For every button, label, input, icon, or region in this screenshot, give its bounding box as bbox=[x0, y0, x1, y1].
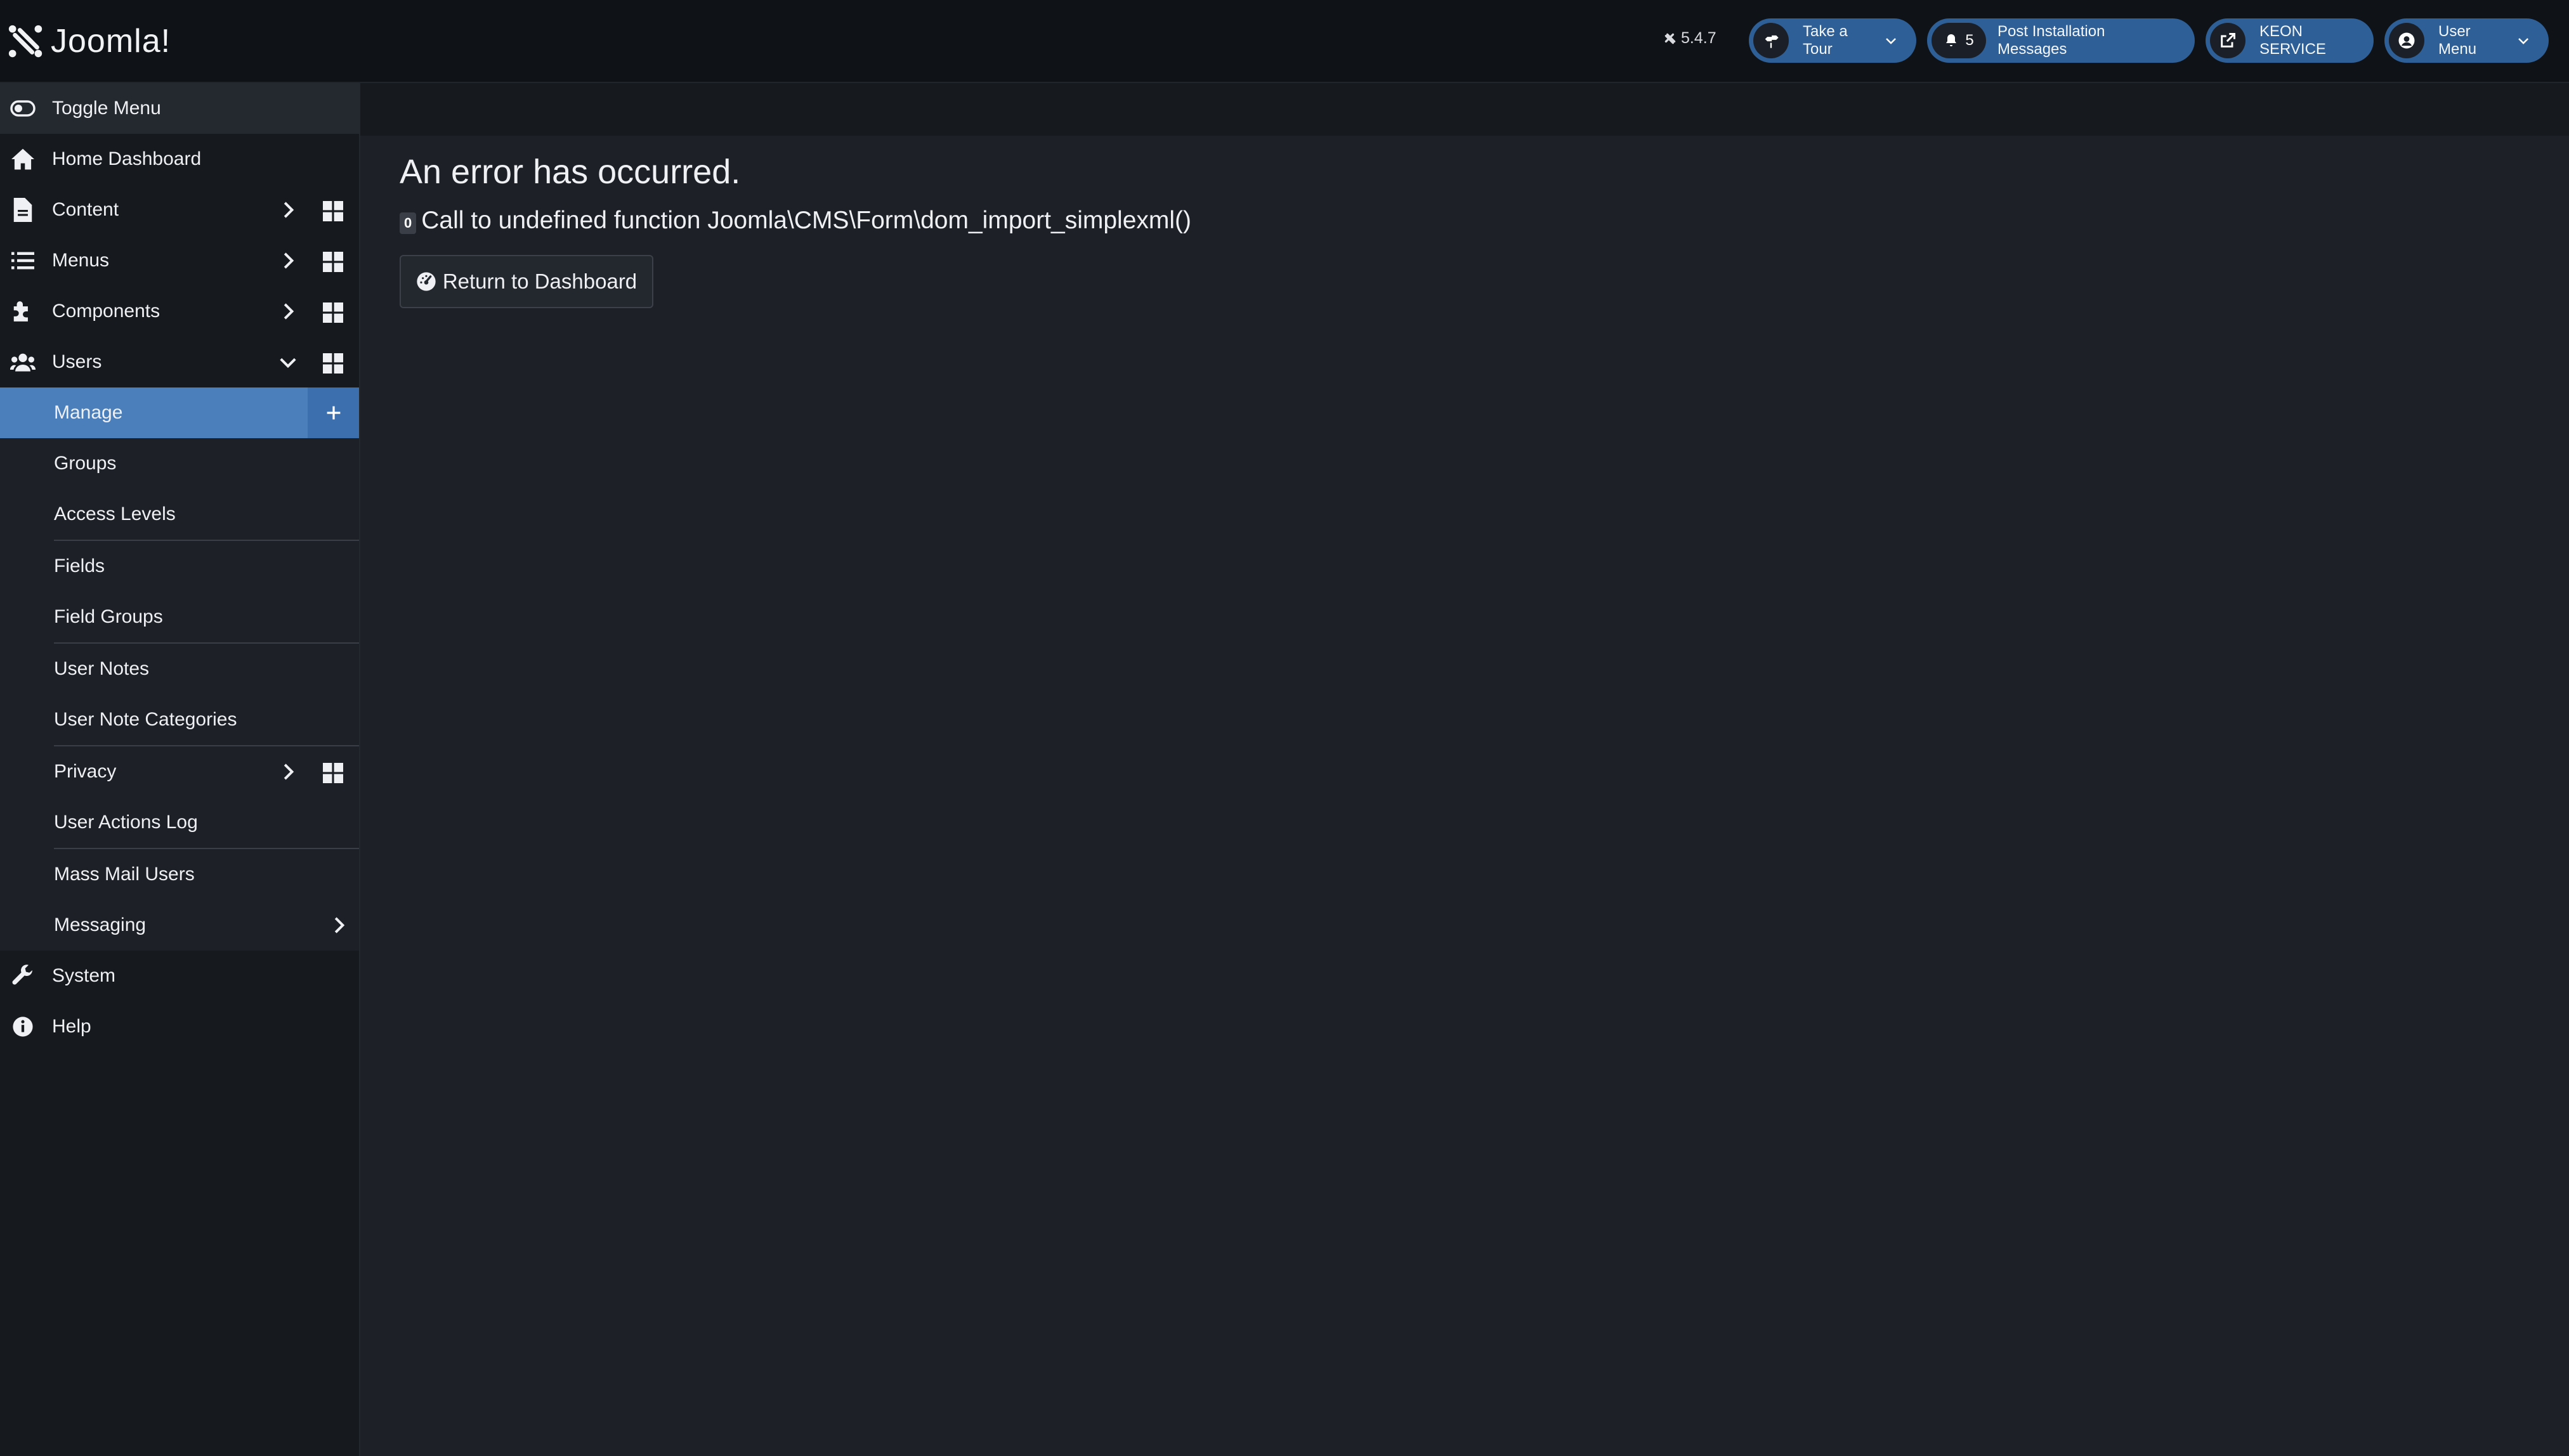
post-install-label: Post Installation Messages bbox=[1997, 23, 2105, 58]
sidebar-item-content[interactable]: Content bbox=[0, 185, 359, 235]
dashboard-grid-icon[interactable] bbox=[323, 763, 343, 783]
wrench-icon bbox=[10, 963, 36, 989]
sidebar-item-label: Manage bbox=[54, 402, 123, 423]
sidebar-item-system[interactable]: System bbox=[0, 951, 359, 1001]
dashboard-grid-icon[interactable] bbox=[323, 353, 343, 374]
sidebar-item-manage[interactable]: Manage bbox=[0, 387, 359, 438]
chevron-right-icon[interactable] bbox=[329, 915, 349, 935]
version-info: 5.4.7 bbox=[1663, 29, 1716, 48]
site-link-button[interactable]: KEON SERVICE bbox=[2206, 18, 2374, 63]
info-icon bbox=[10, 1014, 36, 1039]
joomla-small-icon bbox=[1664, 33, 1676, 44]
toggle-icon bbox=[10, 96, 36, 121]
bell-icon bbox=[1946, 34, 1957, 46]
sidebar-item-label: Users bbox=[52, 351, 102, 372]
user-circle-icon bbox=[2389, 23, 2424, 58]
sidebar-item-users[interactable]: Users bbox=[0, 337, 359, 387]
sidebar-item-label: Help bbox=[52, 1016, 91, 1037]
sidebar-item-label: System bbox=[52, 965, 116, 986]
notification-count: 5 bbox=[1965, 32, 1974, 49]
joomla-logo-icon bbox=[8, 25, 42, 58]
sidebar-item-help[interactable]: Help bbox=[0, 1001, 359, 1052]
sidebar-item-mass-mail-users[interactable]: Mass Mail Users bbox=[0, 849, 359, 900]
dashboard-grid-icon[interactable] bbox=[323, 302, 343, 323]
home-icon bbox=[10, 146, 36, 172]
sidebar-item-label: Messaging bbox=[54, 914, 147, 935]
sidebar-item-label: Home Dashboard bbox=[52, 148, 202, 169]
chevron-down-icon bbox=[2518, 38, 2528, 44]
toggle-menu-label: Toggle Menu bbox=[52, 98, 161, 119]
chevron-right-icon[interactable] bbox=[278, 301, 298, 322]
sidebar-item-user-note-categories[interactable]: User Note Categories bbox=[0, 694, 359, 745]
dashboard-grid-icon[interactable] bbox=[323, 252, 343, 272]
puzzle-icon bbox=[10, 299, 36, 324]
chevron-right-icon[interactable] bbox=[278, 250, 298, 271]
sidebar-item-label: Privacy bbox=[54, 761, 117, 782]
sidebar-item-label: Fields bbox=[54, 556, 105, 576]
sidebar-item-home-dashboard[interactable]: Home Dashboard bbox=[0, 134, 359, 185]
sidebar-item-label: Menus bbox=[52, 250, 110, 271]
top-header: Joomla! 5.4.7 Take a Tour 5 Post Install… bbox=[0, 0, 2569, 83]
add-user-button[interactable] bbox=[308, 387, 359, 438]
sidebar-item-label: User Note Categories bbox=[54, 709, 237, 730]
sidebar-item-menus[interactable]: Menus bbox=[0, 235, 359, 286]
users-submenu: Manage Groups Access Levels Fields Field… bbox=[0, 387, 359, 951]
sidebar-item-label: Field Groups bbox=[54, 606, 163, 627]
sidebar: Toggle Menu Home Dashboard Content Menus… bbox=[0, 83, 360, 1456]
logo-text: Joomla! bbox=[51, 23, 171, 60]
list-icon bbox=[10, 248, 36, 273]
sidebar-item-label: User Actions Log bbox=[54, 812, 198, 833]
chevron-right-icon[interactable] bbox=[278, 200, 298, 220]
sidebar-item-label: Mass Mail Users bbox=[54, 864, 195, 885]
sidebar-item-label: User Notes bbox=[54, 658, 150, 679]
chevron-down-icon[interactable] bbox=[278, 352, 298, 372]
sidebar-item-user-actions-log[interactable]: User Actions Log bbox=[0, 797, 359, 848]
sidebar-item-components[interactable]: Components bbox=[0, 286, 359, 337]
dashboard-gauge-icon bbox=[417, 272, 436, 291]
sidebar-item-privacy[interactable]: Privacy bbox=[0, 746, 359, 797]
chevron-right-icon[interactable] bbox=[278, 762, 298, 782]
error-title: An error has occurred. bbox=[400, 153, 741, 191]
sidebar-item-user-notes[interactable]: User Notes bbox=[0, 644, 359, 694]
user-menu-button[interactable]: User Menu bbox=[2384, 18, 2549, 63]
toggle-menu-button[interactable]: Toggle Menu bbox=[0, 83, 359, 134]
users-icon bbox=[10, 349, 36, 375]
take-a-tour-button[interactable]: Take a Tour bbox=[1749, 18, 1916, 63]
sidebar-item-label: Content bbox=[52, 199, 119, 220]
file-icon bbox=[10, 197, 36, 223]
sidebar-item-groups[interactable]: Groups bbox=[0, 438, 359, 489]
notifications-badge: 5 bbox=[1932, 23, 1986, 58]
sidebar-item-access-levels[interactable]: Access Levels bbox=[0, 489, 359, 540]
sidebar-item-label: Access Levels bbox=[54, 504, 176, 524]
plus-icon bbox=[327, 406, 340, 420]
site-name-label: KEON SERVICE bbox=[2259, 23, 2326, 58]
chevron-down-icon bbox=[1886, 38, 1896, 44]
sidebar-item-fields[interactable]: Fields bbox=[0, 541, 359, 592]
sidebar-item-label: Components bbox=[52, 301, 160, 322]
external-link-icon bbox=[2210, 23, 2245, 58]
signpost-icon bbox=[1753, 23, 1789, 58]
post-installation-messages-button[interactable]: 5 Post Installation Messages bbox=[1927, 18, 2195, 63]
return-to-dashboard-button[interactable]: Return to Dashboard bbox=[400, 255, 653, 308]
sidebar-item-label: Groups bbox=[54, 453, 117, 474]
user-menu-label: User Menu bbox=[2438, 23, 2477, 58]
error-message-text: Call to undefined function Joomla\CMS\Fo… bbox=[421, 207, 1192, 234]
dashboard-grid-icon[interactable] bbox=[323, 201, 343, 221]
error-panel: An error has occurred. 0 Call to undefin… bbox=[400, 152, 1191, 308]
sidebar-item-field-groups[interactable]: Field Groups bbox=[0, 592, 359, 642]
version-number: 5.4.7 bbox=[1681, 29, 1716, 47]
take-a-tour-label: Take a Tour bbox=[1803, 23, 1848, 58]
error-code-badge: 0 bbox=[400, 212, 417, 234]
error-message: 0 Call to undefined function Joomla\CMS\… bbox=[400, 207, 1191, 235]
subhead-toolbar bbox=[360, 83, 2569, 136]
sidebar-item-messaging[interactable]: Messaging bbox=[0, 900, 359, 951]
joomla-logo[interactable]: Joomla! bbox=[6, 19, 171, 63]
return-button-label: Return to Dashboard bbox=[442, 270, 637, 293]
